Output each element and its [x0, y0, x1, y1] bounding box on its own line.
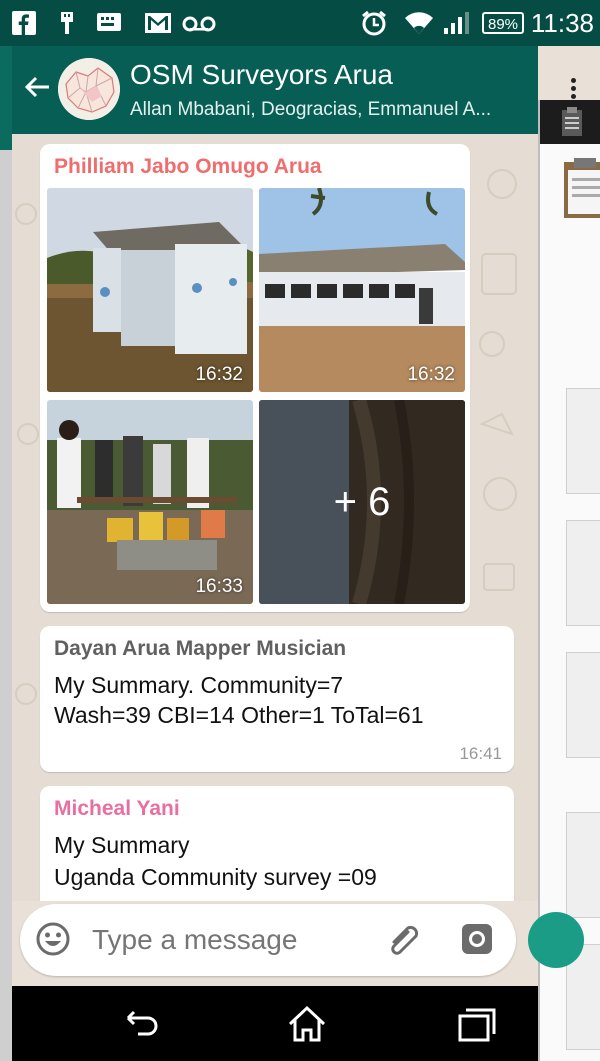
photo-thumbnail[interactable]: 16:32: [259, 188, 465, 392]
attach-icon[interactable]: [384, 920, 424, 960]
more-options-icon[interactable]: [566, 78, 580, 104]
facebook-icon: [10, 9, 38, 37]
chat-header: OSM Surveyors Arua Allan Mbabani, Deogra…: [12, 46, 538, 134]
right-panel-card[interactable]: [566, 812, 600, 918]
clipboard-large-icon: [564, 158, 600, 218]
emoji-icon[interactable]: [36, 922, 70, 956]
sender-name[interactable]: Micheal Yani: [54, 796, 180, 822]
message-bubble[interactable]: Micheal Yani My Summary Uganda Community…: [40, 786, 514, 901]
chat-title[interactable]: OSM Surveyors Arua: [130, 58, 393, 92]
voicemail-icon: [182, 9, 216, 37]
chat-members[interactable]: Allan Mbabani, Deogracias, Emmanuel A...: [130, 98, 530, 122]
status-bar: 89% 11:38: [0, 0, 600, 46]
usb-icon: [56, 9, 78, 37]
wifi-icon: [404, 9, 434, 37]
photo-timestamp: 16:32: [407, 364, 455, 385]
recent-apps-icon[interactable]: [456, 1004, 498, 1044]
message-timestamp: 16:41: [459, 744, 502, 763]
photo-timestamp: 16:33: [195, 576, 243, 597]
camera-icon[interactable]: [460, 922, 494, 956]
right-panel-card[interactable]: [566, 652, 600, 758]
message-input[interactable]: [92, 923, 372, 957]
message-bubble[interactable]: Dayan Arua Mapper Musician My Summary. C…: [40, 626, 514, 772]
alarm-icon: [360, 9, 388, 37]
chat-messages[interactable]: Philliam Jabo Omugo Arua 16:32 16:32 16:…: [12, 134, 538, 901]
back-arrow-icon[interactable]: [22, 72, 52, 107]
message-bubble-photos[interactable]: Philliam Jabo Omugo Arua 16:32 16:32 16:…: [40, 144, 470, 612]
message-line: My Summary: [54, 832, 190, 858]
more-photos-count: + 6: [333, 479, 391, 524]
group-avatar[interactable]: [58, 58, 120, 120]
left-edge-strip: [0, 46, 12, 1061]
message-composer: [20, 904, 516, 976]
right-panel-header: [540, 100, 600, 144]
left-edge-header: [0, 46, 12, 150]
photo-thumbnail[interactable]: 16:32: [47, 188, 253, 392]
right-panel-card[interactable]: [566, 520, 600, 626]
sender-name[interactable]: Dayan Arua Mapper Musician: [54, 636, 346, 662]
voice-message-button[interactable]: [528, 912, 584, 968]
battery-indicator: 89%: [482, 12, 524, 34]
right-panel-card[interactable]: [566, 388, 600, 494]
keyboard-icon: [94, 9, 124, 37]
photo-more-overlay[interactable]: + 6: [259, 400, 465, 604]
back-nav-icon[interactable]: [120, 1004, 162, 1044]
message-line: Wash=39 CBI=14 Other=1 ToTal=61: [54, 702, 424, 728]
signal-icon: [442, 9, 472, 37]
message-line: Uganda Community survey =09: [54, 864, 377, 890]
home-icon[interactable]: [286, 1004, 328, 1044]
sender-name[interactable]: Philliam Jabo Omugo Arua: [54, 154, 322, 180]
photo-timestamp: 16:32: [195, 364, 243, 385]
clock: 11:38: [530, 8, 594, 38]
photo-thumbnail[interactable]: 16:33: [47, 400, 253, 604]
clipboard-icon: [562, 107, 582, 136]
navigation-bar: [12, 986, 538, 1061]
gmail-icon: [142, 9, 174, 37]
message-line: My Summary. Community=7: [54, 672, 344, 698]
